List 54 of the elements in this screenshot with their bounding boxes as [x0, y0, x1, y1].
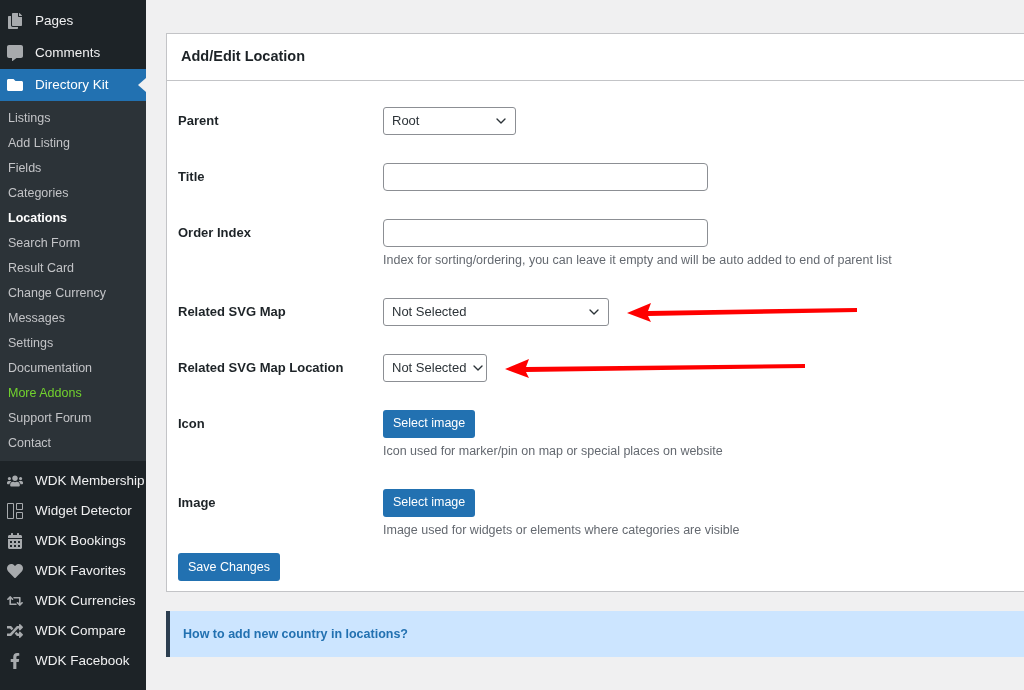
field-description: Index for sorting/ordering, you can leave it empty and will be auto added to end of parent list — [383, 252, 892, 269]
submenu-item[interactable]: Search Form — [0, 231, 146, 256]
submenu-item[interactable]: Locations — [0, 206, 146, 231]
field-label: Title — [178, 168, 206, 186]
submenu-item[interactable]: Fields — [0, 156, 146, 181]
menu-item[interactable]: Pages — [0, 5, 146, 37]
card-title: Add/Edit Location — [181, 47, 306, 67]
dropdown[interactable]: Not Selected — [383, 297, 609, 326]
field-label: Parent — [178, 112, 220, 130]
submenu-item[interactable]: Contact — [0, 431, 146, 456]
save-changes-button[interactable]: Save Changes — [178, 553, 280, 582]
dropdown[interactable]: Not Selected — [383, 353, 487, 382]
shuffle-icon — [7, 623, 23, 639]
repeat-icon — [7, 593, 23, 609]
pages-icon — [7, 13, 23, 29]
submenu-item[interactable]: Listings — [0, 106, 146, 131]
submenu-item[interactable]: Change Currency — [0, 281, 146, 306]
select-image-button[interactable]: Select image — [383, 409, 476, 438]
field-description: Icon used for marker/pin on map or special places on website — [383, 442, 723, 460]
dropdown[interactable]: Root — [383, 107, 516, 135]
speech-bubble-icon — [7, 45, 23, 61]
menu-item[interactable]: WDK Compare — [0, 616, 146, 646]
field-description: Image used for widgets or elements where categories are visible — [383, 521, 740, 539]
menu-item[interactable]: WDK Favorites — [0, 556, 146, 586]
submenu-item[interactable]: Result Card — [0, 256, 146, 281]
submenu-item[interactable]: Categories — [0, 181, 146, 206]
grid-icon — [7, 503, 23, 519]
people-icon — [7, 473, 23, 489]
field-label: Icon — [178, 414, 206, 433]
field-label: Related SVG Map — [178, 302, 287, 321]
menu-item[interactable]: WDK Facebook — [0, 646, 146, 676]
menu-item[interactable]: Comments — [0, 37, 146, 69]
submenu-item[interactable]: More Addons — [0, 381, 146, 406]
menu-item[interactable]: WDK Membership — [0, 466, 146, 496]
help-link[interactable]: How to add new country in locations? — [183, 624, 408, 644]
submenu-item[interactable]: Add Listing — [0, 131, 146, 156]
text-input[interactable] — [383, 219, 708, 247]
folder-icon — [7, 77, 23, 93]
field-label: Related SVG Map Location — [178, 358, 345, 377]
heart-icon — [7, 563, 23, 579]
menu-item[interactable]: Directory Kit — [0, 69, 146, 101]
menu-item[interactable]: WDK Currencies — [0, 586, 146, 616]
calendar-icon — [7, 533, 23, 549]
menu-item[interactable]: Widget Detector — [0, 496, 146, 526]
submenu-item[interactable]: Documentation — [0, 356, 146, 381]
field-label: Order Index — [178, 224, 252, 242]
field-label: Image — [178, 493, 217, 512]
submenu-item[interactable]: Messages — [0, 306, 146, 331]
menu-item[interactable]: WDK Bookings — [0, 526, 146, 556]
submenu-item[interactable]: Settings — [0, 331, 146, 356]
text-input[interactable] — [383, 163, 708, 191]
select-image-button[interactable]: Select image — [383, 488, 476, 517]
current-pointer-icon — [138, 78, 146, 92]
submenu-item[interactable]: Support Forum — [0, 406, 146, 431]
